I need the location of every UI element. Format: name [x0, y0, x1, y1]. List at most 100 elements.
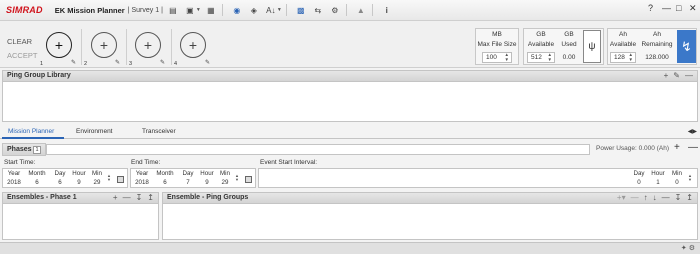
open-file-icon[interactable]: ▤	[166, 3, 180, 17]
spinner-arrows-icon[interactable]: ▲ ▼	[107, 174, 111, 182]
hour-value[interactable]: 1	[648, 179, 668, 186]
month-value[interactable]: 6	[25, 179, 49, 186]
add-phase-3-button[interactable]: +	[135, 32, 161, 58]
save-icon[interactable]: ▣	[183, 3, 197, 17]
hour-value[interactable]: 9	[69, 179, 89, 186]
collapse-up-icon[interactable]: ↥	[147, 193, 154, 202]
add-icon[interactable]: +	[664, 71, 669, 80]
title-bar: SIMRAD EK Mission Planner | Survey 1 | ▤…	[0, 0, 700, 21]
day-col: Day	[633, 170, 645, 177]
month-value[interactable]: 6	[153, 179, 177, 186]
font-icon[interactable]: A↓	[264, 3, 278, 17]
accept-button[interactable]: ACCEPT	[7, 51, 37, 60]
year-value[interactable]: 2018	[133, 179, 151, 186]
move-up-icon[interactable]: ↑	[644, 193, 648, 202]
hour-col: Hour	[72, 170, 86, 177]
pencil-icon[interactable]: ✎	[71, 59, 76, 66]
day-col: Day	[182, 170, 194, 177]
move-down-icon[interactable]: ↓	[653, 193, 657, 202]
phases-bar[interactable]	[46, 144, 590, 155]
pencil-icon[interactable]: ✎	[115, 59, 120, 66]
help-button[interactable]: ?	[648, 3, 653, 13]
pencil-icon[interactable]: ✎	[205, 59, 210, 66]
add-dropdown-icon[interactable]: +▾	[617, 193, 626, 202]
divider	[81, 29, 82, 65]
calendar-icon[interactable]	[117, 176, 124, 183]
hour-value[interactable]: 9	[197, 179, 217, 186]
remove-icon[interactable]: —	[662, 193, 670, 202]
min-value[interactable]: 0	[669, 179, 685, 186]
ensemble-ping-groups-panel	[162, 204, 698, 240]
maximize-button[interactable]: □	[676, 3, 681, 13]
tab-mission-planner[interactable]: Mission Planner	[8, 128, 54, 135]
calendar-icon[interactable]	[245, 176, 252, 183]
pencil-icon[interactable]: ✎	[673, 71, 680, 80]
start-time-picker[interactable]: Year Month Day Hour Min 2018 6 6 9 29 ▲ ▼	[2, 168, 128, 188]
settings-circle-icon[interactable]: ◉	[230, 3, 244, 17]
collapse-down-icon[interactable]: ↧	[136, 193, 143, 202]
power-usage: Power Usage: 0.000 (Ah)	[596, 145, 669, 152]
ping-group-library-header: Ping Group Library + ✎ —	[2, 70, 698, 82]
pencil-icon[interactable]: ✎	[160, 59, 165, 66]
minimize-button[interactable]: —	[662, 3, 671, 13]
spinner-arrows-icon[interactable]: ▲ ▼	[629, 52, 633, 62]
brand-logo: SIMRAD	[6, 5, 43, 15]
ah-available-input[interactable]: 128 ▲ ▼	[610, 52, 636, 63]
tab-scroll-arrows-icon[interactable]: ◀▶	[688, 128, 697, 135]
export-icon[interactable]: ▦	[204, 3, 218, 17]
min-value[interactable]: 29	[89, 179, 105, 186]
tab-environment[interactable]: Environment	[76, 128, 113, 135]
year-value[interactable]: 2018	[5, 179, 23, 186]
spinner-arrows-icon[interactable]: ▲ ▼	[548, 52, 552, 62]
add-phase-1-button[interactable]: +	[46, 32, 72, 58]
add-phase-icon[interactable]: +	[674, 142, 680, 153]
max-file-size-input[interactable]: 100 ▲ ▼	[482, 52, 512, 63]
month-col: Month	[28, 170, 46, 177]
close-button[interactable]: ✕	[689, 3, 697, 14]
remove-phase-icon[interactable]: —	[688, 142, 698, 153]
event-interval-picker[interactable]: Day Hour Min 0 1 0 ▲ ▼	[258, 168, 698, 188]
spinner-arrows-icon[interactable]: ▲ ▼	[688, 174, 692, 182]
collapse-up-icon[interactable]: ↥	[686, 193, 693, 202]
battery-group: Ah Available 128 ▲ ▼ Ah Remaining 128.000…	[607, 28, 697, 65]
add-phase-4-button[interactable]: +	[180, 32, 206, 58]
pin-icon[interactable]: ✦	[681, 245, 687, 252]
remove-icon[interactable]: —	[685, 71, 693, 80]
toolbar-divider	[221, 4, 223, 16]
day-value[interactable]: 6	[51, 179, 69, 186]
year-col: Year	[135, 170, 149, 177]
ah-unit: Ah	[653, 31, 661, 38]
status-icons[interactable]: ✦ ⚙	[681, 244, 695, 252]
gb-available-input[interactable]: 512 ▲ ▼	[527, 52, 555, 63]
remove-icon[interactable]: —	[631, 193, 639, 202]
end-time-picker[interactable]: Year Month Day Hour Min 2018 6 7 9 29 ▲ ▼	[130, 168, 256, 188]
spinner-arrows-icon[interactable]: ▲ ▼	[505, 52, 509, 62]
globe-icon[interactable]: ◈	[247, 3, 261, 17]
spinner-arrows-icon[interactable]: ▲ ▼	[235, 174, 239, 182]
add-phase-2-button[interactable]: +	[91, 32, 117, 58]
add-icon[interactable]: +	[113, 193, 118, 202]
collapse-down-icon[interactable]: ↧	[675, 193, 682, 202]
usb-icon[interactable]: ψ	[583, 30, 601, 63]
clear-button[interactable]: CLEAR	[7, 37, 32, 46]
warning-icon[interactable]: ▲	[354, 3, 368, 17]
start-time-label: Start Time:	[4, 159, 36, 166]
chart-icon[interactable]: ▩	[294, 3, 308, 17]
phase-number: 1	[40, 61, 44, 67]
toolbar-divider	[345, 4, 347, 16]
day-value[interactable]: 0	[631, 179, 647, 186]
gear-icon[interactable]: ⚙	[689, 245, 695, 252]
day-value[interactable]: 7	[179, 179, 197, 186]
app-window: SIMRAD EK Mission Planner | Survey 1 | ▤…	[0, 0, 700, 254]
tab-transceiver[interactable]: Transceiver	[142, 128, 176, 135]
remove-icon[interactable]: —	[123, 193, 131, 202]
swap-icon[interactable]: ⇆	[311, 3, 325, 17]
info-icon[interactable]: i	[380, 3, 394, 17]
hour-col: Hour	[200, 170, 214, 177]
power-icon[interactable]: ↯	[677, 30, 696, 63]
gear-icon[interactable]: ⚙	[328, 3, 342, 17]
min-value[interactable]: 29	[217, 179, 233, 186]
chevron-down-icon[interactable]: ▼	[277, 7, 282, 13]
chevron-down-icon[interactable]: ▼	[196, 7, 201, 13]
ensemble-ping-groups-title: Ensemble - Ping Groups	[167, 194, 249, 201]
